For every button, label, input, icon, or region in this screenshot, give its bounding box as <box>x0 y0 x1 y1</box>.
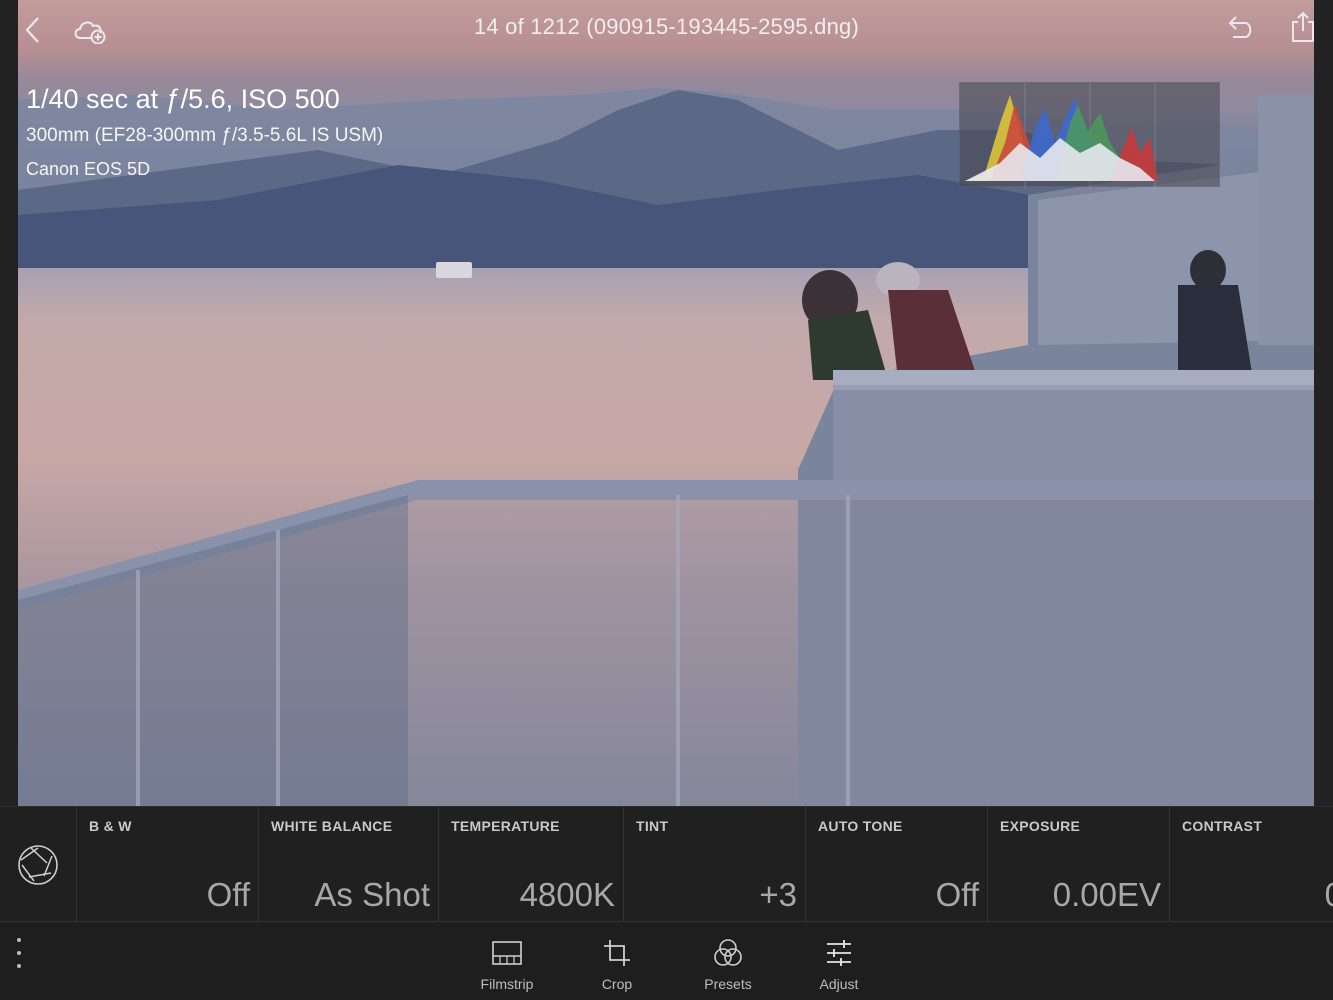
temperature-label: TEMPERATURE <box>451 818 560 834</box>
adjust-button[interactable]: Adjust <box>794 936 884 998</box>
histogram[interactable] <box>959 82 1220 188</box>
photo-title: 14 of 1212 (090915-193445-2595.dng) <box>474 14 859 39</box>
presets-button[interactable]: Presets <box>683 936 773 998</box>
more-vertical-icon[interactable] <box>10 938 28 968</box>
exposure-adjustment[interactable]: EXPOSURE 0.00EV <box>988 807 1170 922</box>
tint-label: TINT <box>636 818 669 834</box>
share-icon[interactable] <box>1288 10 1318 44</box>
camera-info: Canon EOS 5D <box>26 159 151 179</box>
bw-value: Off <box>206 876 250 913</box>
exposure-info: 1/40 sec at ƒ/5.6, ISO 500 <box>26 84 340 114</box>
temperature-adjustment[interactable]: TEMPERATURE 4800K <box>439 807 624 922</box>
auto-tone-label: AUTO TONE <box>818 818 903 834</box>
adjust-sliders-icon <box>794 936 884 970</box>
auto-tone-value: Off <box>935 876 979 913</box>
tint-value: +3 <box>759 876 797 913</box>
filmstrip-label: Filmstrip <box>480 976 534 992</box>
white-balance-label: WHITE BALANCE <box>271 818 393 834</box>
contrast-label: CONTRAST <box>1182 818 1263 834</box>
filmstrip-button[interactable]: Filmstrip <box>462 936 552 998</box>
left-edge-strip <box>0 0 18 806</box>
presets-icon <box>683 936 773 970</box>
exposure-label: EXPOSURE <box>1000 818 1081 834</box>
undo-icon[interactable] <box>1222 12 1256 44</box>
crop-label: Crop <box>601 976 633 992</box>
tint-adjustment[interactable]: TINT +3 <box>624 807 806 922</box>
adjust-label: Adjust <box>819 976 859 992</box>
auto-tone-adjustment[interactable]: AUTO TONE Off <box>806 807 988 922</box>
bw-label: B & W <box>89 818 132 834</box>
aperture-icon[interactable] <box>0 807 77 922</box>
contrast-adjustment[interactable]: CONTRAST 0 <box>1170 807 1333 922</box>
histogram-graph <box>965 83 1158 188</box>
white-balance-adjustment[interactable]: WHITE BALANCE As Shot <box>259 807 439 922</box>
adjustment-strip: B & W Off WHITE BALANCE As Shot TEMPERAT… <box>0 806 1333 922</box>
filmstrip-icon <box>462 936 552 970</box>
bw-adjustment[interactable]: B & W Off <box>77 807 259 922</box>
white-balance-value: As Shot <box>314 876 430 913</box>
right-edge-strip <box>1314 0 1333 806</box>
temperature-value: 4800K <box>519 876 615 913</box>
presets-label: Presets <box>704 976 752 992</box>
contrast-value: 0 <box>1325 876 1333 914</box>
lens-info: 300mm (EF28-300mm ƒ/3.5-5.6L IS USM) <box>26 125 384 146</box>
bottom-toolbar: Filmstrip Crop Presets Adjust <box>0 922 1333 1000</box>
exposure-value: 0.00EV <box>1052 876 1161 913</box>
crop-button[interactable]: Crop <box>572 936 662 998</box>
crop-icon <box>572 936 662 970</box>
photo-metadata: 1/40 sec at ƒ/5.6, ISO 500 300mm (EF28-3… <box>26 84 383 180</box>
